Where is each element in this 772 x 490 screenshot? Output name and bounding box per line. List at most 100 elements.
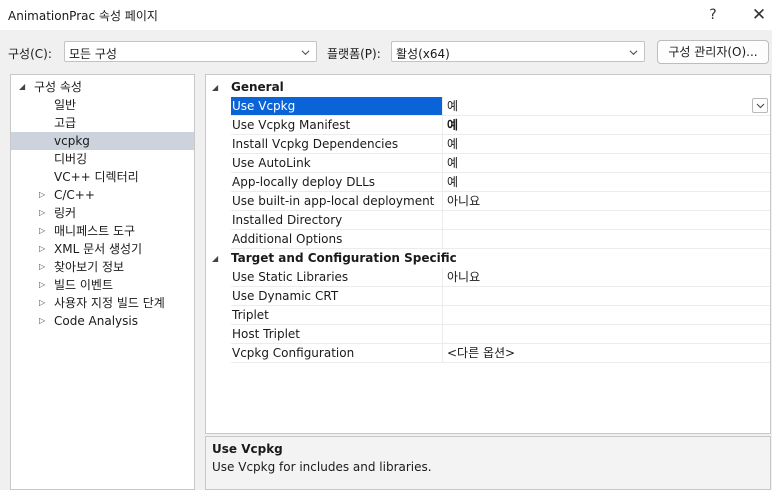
property-value-text: 예 bbox=[447, 156, 459, 170]
expand-triangle-icon[interactable]: ▷ bbox=[39, 294, 49, 312]
property-name-label: App-locally deploy DLLs bbox=[232, 175, 376, 189]
tree-item-label: 매니페스트 도구 bbox=[54, 224, 136, 238]
expand-triangle-icon[interactable]: ▷ bbox=[39, 276, 49, 294]
platform-select[interactable]: 활성(x64) bbox=[391, 41, 645, 62]
property-name-label: Use AutoLink bbox=[232, 156, 311, 170]
property-row[interactable]: Use built-in app-local deployment 아니요 bbox=[206, 192, 770, 211]
description-title: Use Vcpkg bbox=[212, 442, 283, 456]
tree-item[interactable]: ▷ Code Analysis bbox=[11, 312, 194, 330]
property-name-label: Use Static Libraries bbox=[232, 270, 349, 284]
property-row[interactable]: Triplet bbox=[206, 306, 770, 325]
property-row[interactable]: Use AutoLink 예 bbox=[206, 154, 770, 173]
title-bar: AnimationPrac 속성 페이지 ? ✕ bbox=[0, 0, 772, 30]
chevron-down-icon bbox=[629, 50, 638, 56]
collapse-triangle-icon[interactable]: ◢ bbox=[19, 78, 29, 96]
tree-item[interactable]: ▷ 사용자 지정 빌드 단계 bbox=[11, 294, 194, 312]
property-row[interactable]: Use Static Libraries 아니요 bbox=[206, 268, 770, 287]
window-title: AnimationPrac 속성 페이지 bbox=[8, 9, 158, 23]
help-button[interactable]: ? bbox=[698, 4, 728, 26]
close-button[interactable]: ✕ bbox=[744, 4, 772, 26]
tree-root[interactable]: ◢ 구성 속성 bbox=[11, 78, 194, 96]
expand-triangle-icon[interactable]: ▷ bbox=[39, 222, 49, 240]
property-value[interactable] bbox=[442, 211, 770, 230]
expand-triangle-icon[interactable]: ▷ bbox=[39, 204, 49, 222]
property-name[interactable]: Use Vcpkg Manifest bbox=[231, 116, 442, 135]
property-value[interactable]: 예 bbox=[442, 154, 770, 173]
tree-item[interactable]: ▷ C/C++ bbox=[11, 186, 194, 204]
tree-item-label: vcpkg bbox=[54, 134, 90, 148]
property-row[interactable]: Use Vcpkg Manifest 예 bbox=[206, 116, 770, 135]
property-value[interactable] bbox=[442, 230, 770, 249]
property-value[interactable] bbox=[442, 287, 770, 306]
tree-item[interactable]: 고급 bbox=[11, 114, 194, 132]
property-name[interactable]: Use AutoLink bbox=[231, 154, 442, 173]
collapse-triangle-icon[interactable]: ◢ bbox=[212, 249, 218, 268]
property-row[interactable]: Vcpkg Configuration <다른 옵션> bbox=[206, 344, 770, 363]
property-row[interactable]: Use Vcpkg 예 bbox=[206, 97, 770, 116]
tree-item[interactable]: ▷ 빌드 이벤트 bbox=[11, 276, 194, 294]
property-name[interactable]: Use Static Libraries bbox=[231, 268, 442, 287]
tree-item[interactable]: ▷ 매니페스트 도구 bbox=[11, 222, 194, 240]
property-name[interactable]: Install Vcpkg Dependencies bbox=[231, 135, 442, 154]
tree-item[interactable]: ▷ 찾아보기 정보 bbox=[11, 258, 194, 276]
property-name-label: Install Vcpkg Dependencies bbox=[232, 137, 399, 151]
property-name-label: Triplet bbox=[232, 308, 269, 322]
property-value[interactable]: 예 bbox=[442, 97, 770, 116]
property-value[interactable]: 예 bbox=[442, 135, 770, 154]
tree-item-label: C/C++ bbox=[54, 188, 95, 202]
property-row[interactable]: Install Vcpkg Dependencies 예 bbox=[206, 135, 770, 154]
config-select[interactable]: 모든 구성 bbox=[64, 41, 317, 62]
property-name-label: Use Vcpkg bbox=[232, 99, 296, 113]
tree-item-label: VC++ 디렉터리 bbox=[54, 170, 139, 184]
property-row[interactable]: App-locally deploy DLLs 예 bbox=[206, 173, 770, 192]
property-name[interactable]: Additional Options bbox=[231, 230, 442, 249]
configuration-manager-button[interactable]: 구성 관리자(O)... bbox=[657, 40, 769, 64]
tree-item[interactable]: vcpkg bbox=[11, 132, 194, 150]
property-name[interactable]: App-locally deploy DLLs bbox=[231, 173, 442, 192]
grid-category-label: General bbox=[231, 80, 284, 94]
tree-item-label: 일반 bbox=[54, 98, 77, 112]
property-value-text: 예 bbox=[447, 175, 459, 189]
tree-item-label: 빌드 이벤트 bbox=[54, 278, 114, 292]
property-name-label: Host Triplet bbox=[232, 327, 301, 341]
property-row[interactable]: Installed Directory bbox=[206, 211, 770, 230]
property-name[interactable]: Use Vcpkg bbox=[231, 97, 442, 116]
property-value[interactable]: 아니요 bbox=[442, 192, 770, 211]
property-name[interactable]: Use built-in app-local deployment bbox=[231, 192, 442, 211]
property-name-label: Use Vcpkg Manifest bbox=[232, 118, 351, 132]
property-name[interactable]: Triplet bbox=[231, 306, 442, 325]
collapse-triangle-icon[interactable]: ◢ bbox=[212, 78, 218, 97]
grid-category[interactable]: ◢ General bbox=[206, 78, 770, 97]
expand-triangle-icon[interactable]: ▷ bbox=[39, 258, 49, 276]
tree-item[interactable]: ▷ 링커 bbox=[11, 204, 194, 222]
property-name[interactable]: Vcpkg Configuration bbox=[231, 344, 442, 363]
tree-item[interactable]: VC++ 디렉터리 bbox=[11, 168, 194, 186]
property-row[interactable]: Use Dynamic CRT bbox=[206, 287, 770, 306]
configuration-bar: 구성(C): 모든 구성 플랫폼(P): 활성(x64) 구성 관리자(O)..… bbox=[0, 30, 772, 70]
expand-triangle-icon[interactable]: ▷ bbox=[39, 312, 49, 330]
value-dropdown-button[interactable] bbox=[752, 98, 768, 113]
tree-item[interactable]: 일반 bbox=[11, 96, 194, 114]
property-value-text: 예 bbox=[447, 118, 459, 132]
property-row[interactable]: Additional Options bbox=[206, 230, 770, 249]
property-value[interactable]: 예 bbox=[442, 116, 770, 135]
property-value[interactable]: <다른 옵션> bbox=[442, 344, 770, 363]
property-name-label: Use built-in app-local deployment bbox=[232, 194, 435, 208]
grid-category[interactable]: ◢ Target and Configuration Specific bbox=[206, 249, 770, 268]
tree-item-label: 사용자 지정 빌드 단계 bbox=[54, 296, 165, 310]
property-value-text: 아니요 bbox=[447, 194, 481, 208]
tree-item[interactable]: ▷ XML 문서 생성기 bbox=[11, 240, 194, 258]
property-name[interactable]: Installed Directory bbox=[231, 211, 442, 230]
property-name[interactable]: Host Triplet bbox=[231, 325, 442, 344]
property-value[interactable] bbox=[442, 306, 770, 325]
property-value[interactable]: 예 bbox=[442, 173, 770, 192]
property-value[interactable]: 아니요 bbox=[442, 268, 770, 287]
tree-item-label: Code Analysis bbox=[54, 314, 138, 328]
property-name[interactable]: Use Dynamic CRT bbox=[231, 287, 442, 306]
property-name-label: Vcpkg Configuration bbox=[232, 346, 355, 360]
property-row[interactable]: Host Triplet bbox=[206, 325, 770, 344]
property-value[interactable] bbox=[442, 325, 770, 344]
expand-triangle-icon[interactable]: ▷ bbox=[39, 186, 49, 204]
tree-item[interactable]: 디버깅 bbox=[11, 150, 194, 168]
expand-triangle-icon[interactable]: ▷ bbox=[39, 240, 49, 258]
